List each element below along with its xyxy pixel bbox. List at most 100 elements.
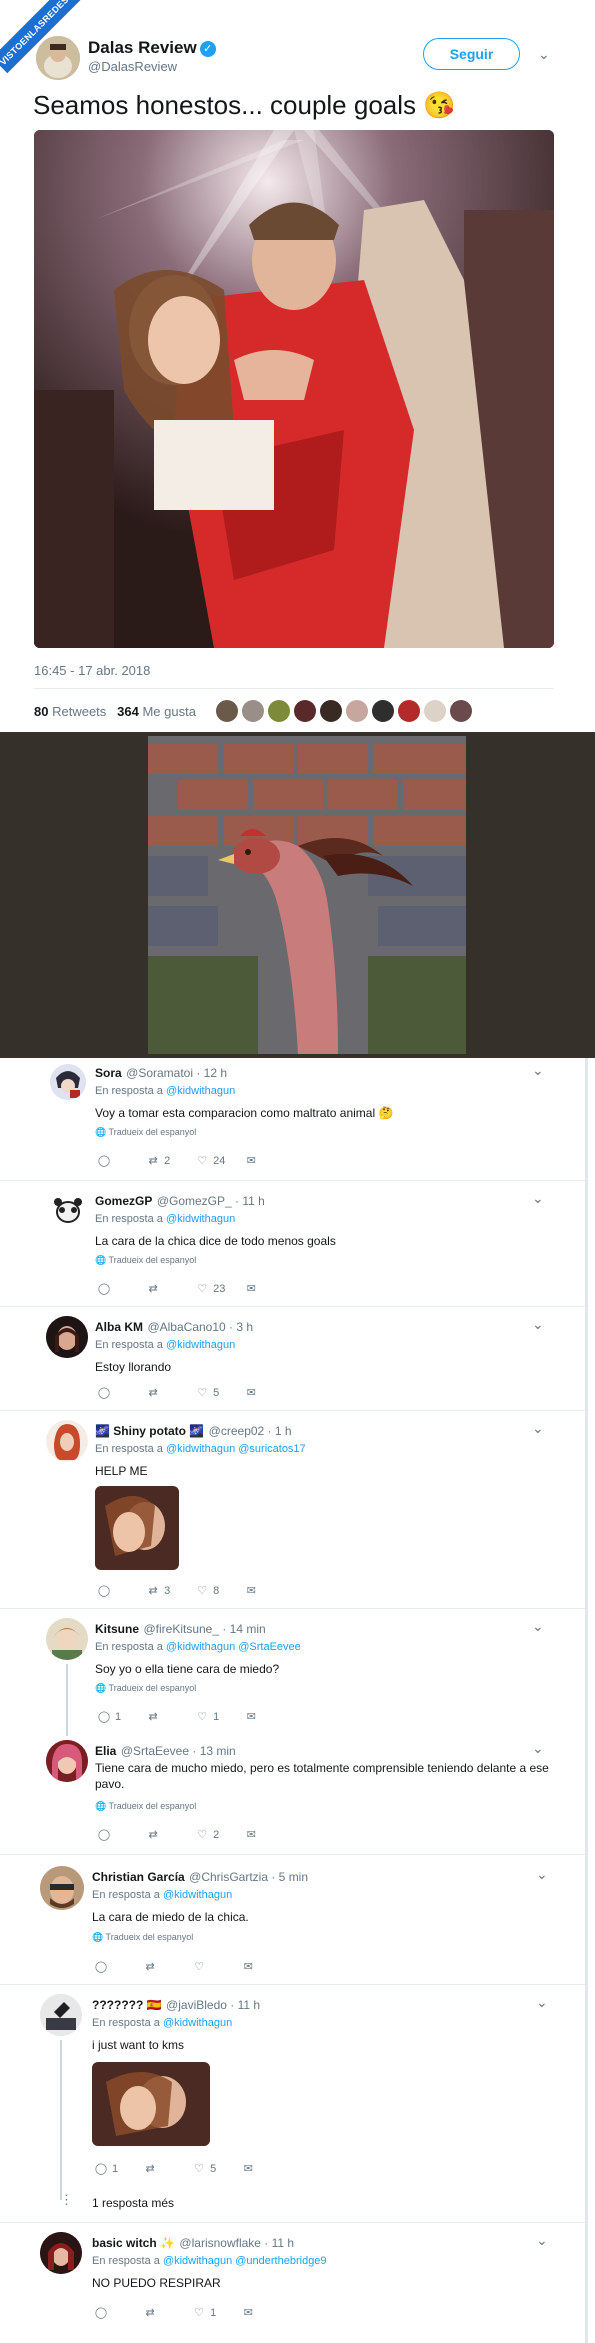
reply-name[interactable]: Kitsune (95, 1622, 139, 1636)
mention-link[interactable]: @kidwithagun @SrtaEevee (166, 1641, 301, 1653)
message-icon[interactable]: ✉ (241, 1960, 255, 1973)
liker-avatar[interactable] (320, 700, 342, 722)
like-icon[interactable]: ♡ (195, 1154, 209, 1167)
retweets-count[interactable]: 80 (34, 704, 48, 719)
reply-icon[interactable]: ◯ (97, 1154, 111, 1167)
liker-avatar[interactable] (346, 700, 368, 722)
chevron-down-icon[interactable]: ⌄ (532, 1618, 544, 1635)
chevron-down-icon[interactable]: ⌄ (538, 46, 550, 63)
retweet-icon[interactable]: ⇄ (146, 1386, 160, 1399)
chevron-down-icon[interactable]: ⌄ (532, 1316, 544, 1333)
reply-media-thumbnail[interactable] (95, 1486, 179, 1570)
more-replies-link[interactable]: 1 resposta més (92, 2196, 174, 2210)
retweet-icon[interactable]: ⇄ (146, 1154, 160, 1167)
reply-icon[interactable]: ◯ (94, 2306, 108, 2319)
reply-avatar[interactable] (46, 1316, 88, 1358)
liker-avatar[interactable] (294, 700, 316, 722)
chevron-down-icon[interactable]: ⌄ (532, 1190, 544, 1207)
liker-avatar[interactable] (216, 700, 238, 722)
liker-avatar[interactable] (268, 700, 290, 722)
translate-label[interactable]: Tradueix del espanyol (109, 1255, 197, 1265)
retweet-icon[interactable]: ⇄ (146, 1584, 160, 1597)
message-icon[interactable]: ✉ (244, 1828, 258, 1841)
like-icon[interactable]: ♡ (195, 1386, 209, 1399)
like-icon[interactable]: ♡ (195, 1710, 209, 1723)
scrollbar-track[interactable] (585, 1058, 588, 2343)
reply-avatar[interactable] (40, 2232, 82, 2274)
translate-link[interactable]: 🌐 Tradueix del espanyol (95, 1255, 196, 1266)
chevron-down-icon[interactable]: ⌄ (532, 1062, 544, 1079)
like-icon[interactable]: ♡ (192, 1960, 206, 1973)
reply-name[interactable]: ??????? 🇪🇸 (92, 1998, 162, 2012)
liker-avatar[interactable] (372, 700, 394, 722)
reply-avatar[interactable] (40, 1994, 82, 2036)
message-icon[interactable]: ✉ (244, 1154, 258, 1167)
translate-link[interactable]: 🌐 Tradueix del espanyol (95, 1683, 196, 1694)
retweets-label[interactable]: Retweets (52, 704, 106, 719)
author-avatar[interactable] (36, 36, 80, 80)
mention-link[interactable]: @kidwithagun (166, 1339, 235, 1351)
retweet-icon[interactable]: ⇄ (146, 1282, 160, 1295)
chevron-down-icon[interactable]: ⌄ (536, 1866, 548, 1883)
chevron-down-icon[interactable]: ⌄ (532, 1420, 544, 1437)
follow-button[interactable]: Seguir (423, 38, 520, 70)
reply-avatar[interactable] (40, 1866, 84, 1910)
chevron-down-icon[interactable]: ⌄ (532, 1740, 544, 1757)
author-name[interactable]: Dalas Review (88, 38, 197, 57)
message-icon[interactable]: ✉ (244, 1386, 258, 1399)
liker-avatar[interactable] (398, 700, 420, 722)
message-icon[interactable]: ✉ (244, 1584, 258, 1597)
like-icon[interactable]: ♡ (195, 1584, 209, 1597)
reply-header[interactable]: Christian García @ChrisGartzia · 5 min (92, 1868, 308, 1886)
reply-handle[interactable]: @creep02 · 1 h (209, 1424, 292, 1438)
like-icon[interactable]: ♡ (195, 1282, 209, 1295)
reply-avatar[interactable] (50, 1192, 86, 1228)
reply-handle[interactable]: @AlbaCano10 · 3 h (147, 1320, 253, 1334)
mention-link[interactable]: @kidwithagun (163, 1889, 232, 1901)
reply-avatar[interactable] (50, 1064, 86, 1100)
tweet-timestamp[interactable]: 16:45 - 17 abr. 2018 (34, 663, 150, 678)
reply-name[interactable]: Elia (95, 1744, 116, 1758)
reply-header[interactable]: Sora @Soramatoi · 12 h (95, 1064, 227, 1082)
author-handle[interactable]: @DalasReview (88, 59, 177, 74)
reply-name[interactable]: 🌌 Shiny potato 🌌 (95, 1424, 204, 1438)
translate-link[interactable]: 🌐 Tradueix del espanyol (95, 1127, 196, 1138)
author-name-row[interactable]: Dalas Review ✓ (88, 38, 216, 58)
liker-avatar[interactable] (424, 700, 446, 722)
likes-label[interactable]: Me gusta (142, 704, 195, 719)
retweet-icon[interactable]: ⇄ (143, 1960, 157, 1973)
message-icon[interactable]: ✉ (244, 1710, 258, 1723)
reply-name[interactable]: GomezGP (95, 1194, 152, 1208)
reply-icon[interactable]: ◯ (94, 2162, 108, 2175)
like-icon[interactable]: ♡ (192, 2162, 206, 2175)
reply-handle[interactable]: @GomezGP_ · 11 h (157, 1194, 265, 1208)
reply-header[interactable]: Kitsune @fireKitsune_ · 14 min (95, 1620, 266, 1638)
reply-header[interactable]: basic witch ✨ @larisnowflake · 11 h (92, 2234, 294, 2252)
reply-avatar[interactable] (46, 1420, 88, 1462)
reply-icon[interactable]: ◯ (97, 1828, 111, 1841)
liker-avatar[interactable] (450, 700, 472, 722)
retweet-icon[interactable]: ⇄ (143, 2306, 157, 2319)
reply-header[interactable]: Alba KM @AlbaCano10 · 3 h (95, 1318, 253, 1336)
message-icon[interactable]: ✉ (241, 2306, 255, 2319)
reply-handle[interactable]: @javiBledo · 11 h (166, 1998, 260, 2012)
reply-handle[interactable]: @ChrisGartzia · 5 min (189, 1870, 308, 1884)
tweet-photo[interactable] (34, 130, 554, 648)
retweet-icon[interactable]: ⇄ (143, 2162, 157, 2175)
reply-name[interactable]: Alba KM (95, 1320, 143, 1334)
reply-header[interactable]: 🌌 Shiny potato 🌌 @creep02 · 1 h (95, 1422, 292, 1440)
reply-handle[interactable]: @fireKitsune_ · 14 min (143, 1622, 265, 1636)
mention-link[interactable]: @kidwithagun @suricatos17 (166, 1443, 306, 1455)
reply-media-thumbnail[interactable] (92, 2062, 210, 2146)
translate-label[interactable]: Tradueix del espanyol (109, 1127, 197, 1137)
like-icon[interactable]: ♡ (195, 1828, 209, 1841)
chevron-down-icon[interactable]: ⌄ (536, 1994, 548, 2011)
reply-icon[interactable]: ◯ (94, 1960, 108, 1973)
reply-handle[interactable]: @Soramatoi · 12 h (126, 1066, 227, 1080)
reply-name[interactable]: Christian García (92, 1870, 185, 1884)
reply-header[interactable]: GomezGP @GomezGP_ · 11 h (95, 1192, 265, 1210)
reply-icon[interactable]: ◯ (97, 1710, 111, 1723)
reply-name[interactable]: basic witch ✨ (92, 2236, 175, 2250)
mention-link[interactable]: @kidwithagun @underthebridge9 (163, 2255, 327, 2267)
message-icon[interactable]: ✉ (244, 1282, 258, 1295)
